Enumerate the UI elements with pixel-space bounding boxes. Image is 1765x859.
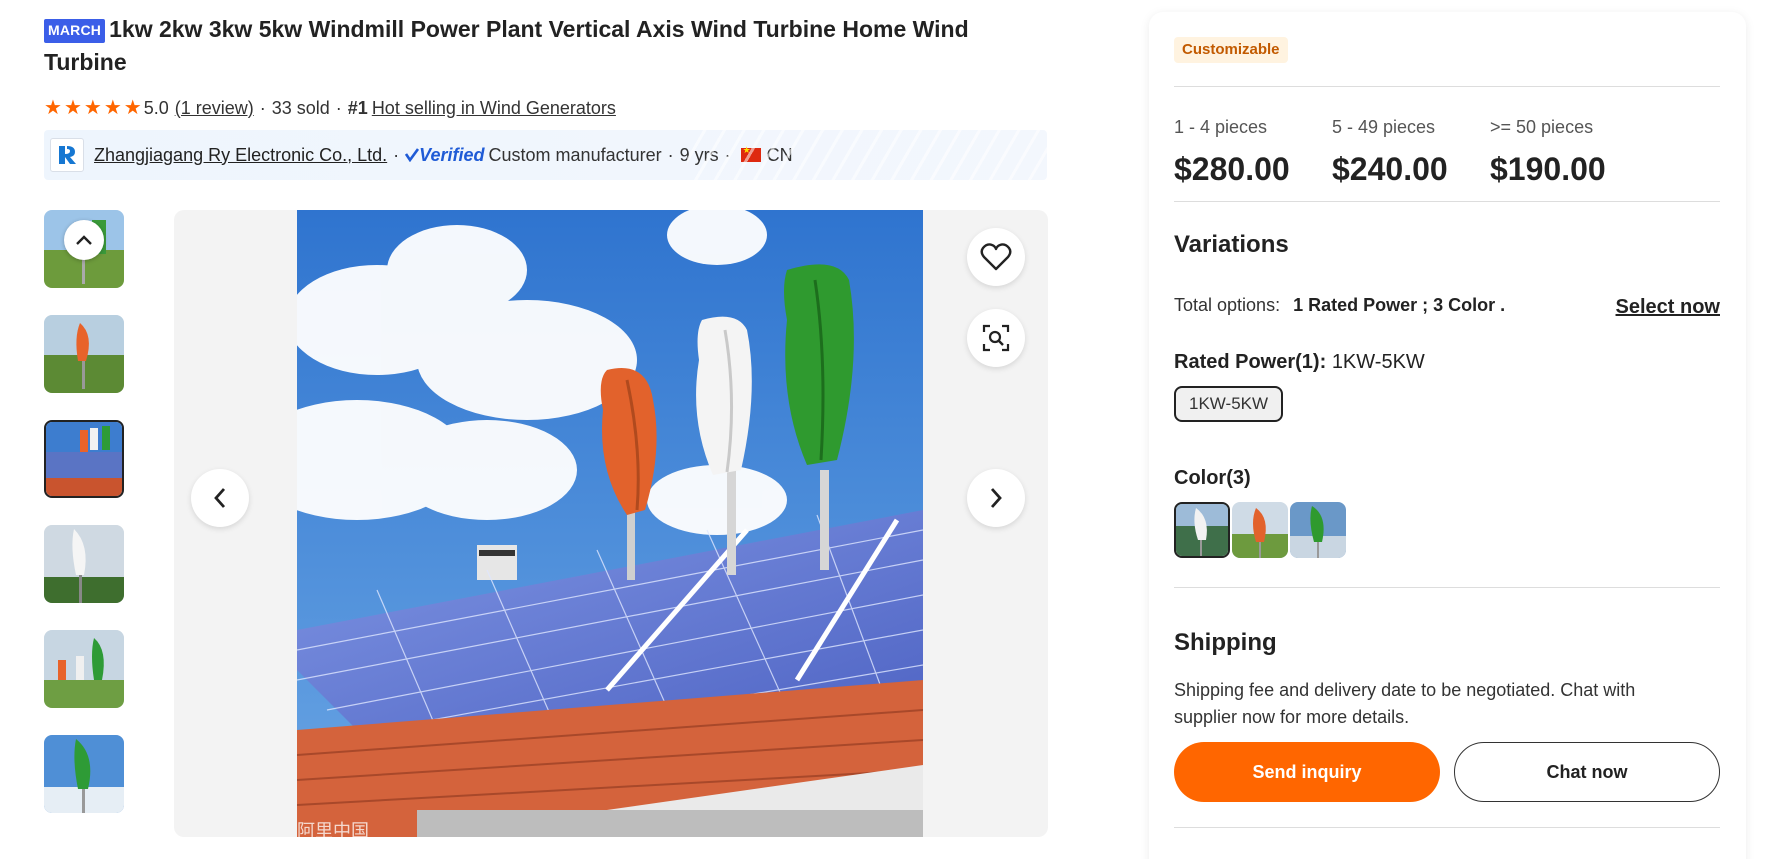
thumbnail-selected[interactable] — [44, 420, 124, 498]
rank-category-link[interactable]: Hot selling in Wind Generators — [372, 98, 616, 119]
total-options-label: Total options: — [1174, 295, 1281, 315]
chevron-left-icon — [214, 488, 226, 508]
chevron-right-icon — [990, 488, 1002, 508]
favorite-button[interactable] — [967, 228, 1025, 286]
separator-dot: · — [393, 144, 400, 165]
send-inquiry-button[interactable]: Send inquiry — [1174, 742, 1440, 802]
supplier-years: 9 yrs — [679, 144, 719, 165]
customizable-tag: Customizable — [1174, 37, 1288, 63]
price-tier-price: $190.00 — [1490, 151, 1606, 187]
variations-title: Variations — [1174, 231, 1289, 258]
shipping-text: Shipping fee and delivery date to be neg… — [1174, 680, 1636, 727]
price-tier: 5 - 49 pieces $240.00 — [1332, 115, 1492, 189]
supplier-country: CN — [766, 144, 793, 165]
shipping-title: Shipping — [1174, 629, 1277, 656]
rated-power-title: Rated Power(1): — [1174, 351, 1327, 373]
rank-number: #1 — [347, 97, 368, 118]
heart-icon — [980, 243, 1012, 271]
rating-stars: ★ ★ ★ ★ ★ — [44, 98, 142, 118]
chevron-up-icon — [76, 235, 92, 245]
main-image-viewer: 阿里中国 — [174, 210, 1048, 837]
select-now-link[interactable]: Select now — [1616, 296, 1720, 319]
product-title-text: 1kw 2kw 3kw 5kw Windmill Power Plant Ver… — [44, 16, 969, 75]
color-title: Color(3) — [1174, 467, 1251, 489]
separator-dot: · — [335, 97, 342, 118]
thumbnail[interactable] — [44, 210, 124, 288]
sold-count: 33 sold — [271, 97, 330, 118]
prev-image-button[interactable] — [191, 469, 249, 527]
price-tier: 1 - 4 pieces $280.00 — [1174, 115, 1334, 189]
image-search-button[interactable] — [967, 309, 1025, 367]
rated-power-value: 1KW-5KW — [1331, 351, 1425, 373]
rating-row: ★ ★ ★ ★ ★ 5.0 (1 review) · 33 sold · #1 … — [44, 97, 616, 119]
image-watermark: 阿里中国 — [297, 821, 369, 837]
thumbnail[interactable] — [44, 315, 124, 393]
main-product-image: 阿里中国 — [297, 210, 923, 837]
product-title: MARCH 1kw 2kw 3kw 5kw Windmill Power Plan… — [44, 13, 1048, 79]
rated-power-option[interactable]: 1KW-5KW — [1174, 386, 1284, 422]
star-icon: ★ — [103, 97, 122, 119]
star-icon: ★ — [83, 97, 102, 119]
verified-check-icon — [405, 148, 420, 162]
divider — [1174, 86, 1720, 87]
total-options: Total options: 1 Rated Power ; 3 Color . — [1174, 295, 1505, 316]
price-tier-quantity: 5 - 49 pieces — [1332, 117, 1436, 137]
star-icon: ★ — [123, 97, 142, 119]
separator-dot: · — [667, 144, 674, 165]
supplier-logo[interactable] — [50, 138, 84, 172]
thumbnail-scroll-up-button[interactable] — [64, 220, 104, 260]
color-swatch-white[interactable] — [1174, 502, 1230, 558]
divider — [1174, 827, 1720, 828]
verified-label: Verified — [419, 144, 485, 165]
review-link[interactable]: (1 review) — [175, 98, 254, 119]
price-tier-quantity: 1 - 4 pieces — [1174, 117, 1268, 137]
rated-power-label: Rated Power(1): 1KW-5KW — [1174, 351, 1425, 374]
march-badge: MARCH — [44, 19, 106, 43]
thumbnail[interactable] — [44, 735, 124, 813]
price-tier-price: $280.00 — [1174, 151, 1290, 187]
total-options-value: 1 Rated Power ; 3 Color . — [1293, 295, 1506, 315]
price-tier-quantity: >= 50 pieces — [1490, 117, 1594, 137]
next-image-button[interactable] — [967, 469, 1025, 527]
image-search-icon — [982, 324, 1010, 352]
separator-dot: · — [259, 97, 266, 118]
star-icon: ★ — [63, 97, 82, 119]
purchase-panel: Customizable 1 - 4 pieces $280.00 5 - 49… — [1149, 12, 1746, 859]
divider — [1174, 201, 1720, 202]
price-tier-price: $240.00 — [1332, 151, 1448, 187]
supplier-bar: Zhangjiagang Ry Electronic Co., Ltd. · V… — [44, 130, 1047, 180]
color-swatch-orange[interactable] — [1232, 502, 1288, 558]
divider — [1174, 587, 1720, 588]
color-swatch-green[interactable] — [1290, 502, 1346, 558]
supplier-type: Custom manufacturer — [488, 144, 662, 165]
supplier-name-link[interactable]: Zhangjiagang Ry Electronic Co., Ltd. — [94, 145, 387, 166]
verified-badge: Verified — [405, 144, 485, 166]
separator-dot: · — [724, 144, 731, 165]
star-icon: ★ — [44, 97, 62, 119]
chat-now-button[interactable]: Chat now — [1454, 742, 1720, 802]
rating-value: 5.0 — [143, 97, 169, 118]
thumbnail[interactable] — [44, 525, 124, 603]
price-tier: >= 50 pieces $190.00 — [1490, 115, 1650, 189]
thumbnail[interactable] — [44, 630, 124, 708]
china-flag-icon — [740, 145, 761, 162]
